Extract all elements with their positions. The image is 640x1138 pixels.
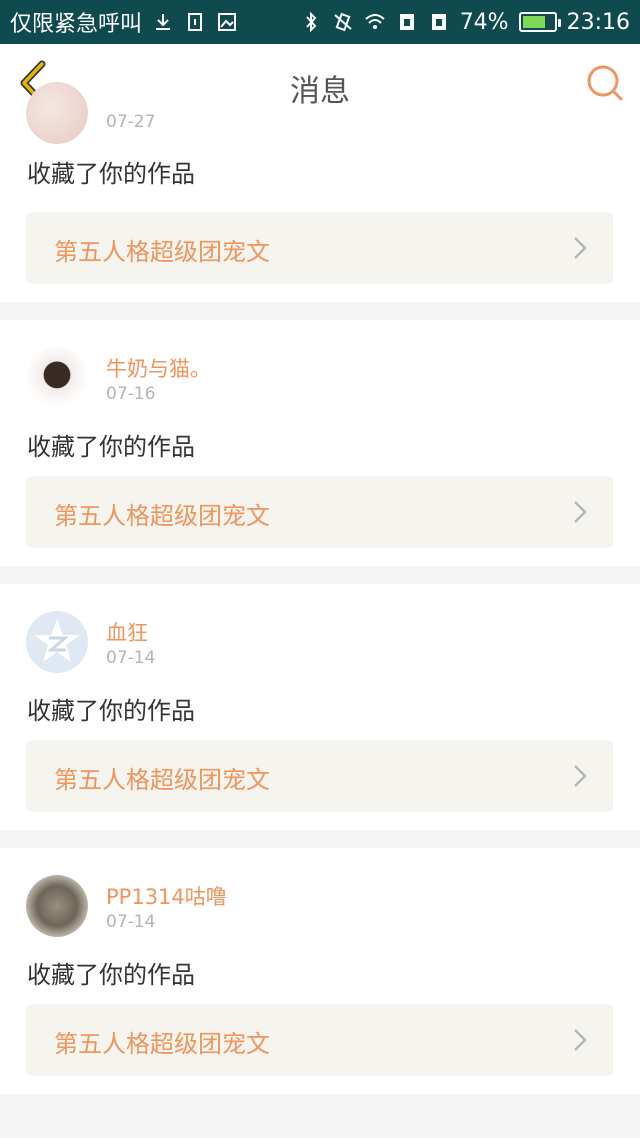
search-icon	[587, 65, 619, 97]
clock: 23:16	[566, 9, 630, 35]
username[interactable]: PP1314咕噜	[106, 881, 227, 911]
notification-card: 血狂 07-14 收藏了你的作品 第五人格超级团宠文	[0, 584, 640, 830]
battery-percent: 74%	[459, 9, 509, 35]
image-icon	[218, 13, 237, 31]
status-left: 仅限紧急呼叫	[10, 6, 238, 38]
username[interactable]: 牛奶与猫。	[106, 353, 211, 383]
notification-date: 07-14	[106, 912, 156, 932]
chevron-right-icon	[574, 501, 587, 523]
nav-header: 消息	[0, 44, 640, 122]
carrier-text: 仅限紧急呼叫	[10, 12, 143, 37]
download-icon	[156, 14, 171, 30]
avatar[interactable]	[26, 82, 88, 144]
default-avatar-icon	[34, 619, 80, 662]
notification-card: PP1314咕噜 07-14 收藏了你的作品 第五人格超级团宠文	[0, 848, 640, 1094]
status-bar: 仅限紧急呼叫 74% 23:16	[0, 0, 640, 44]
work-title: 第五人格超级团宠文	[54, 238, 270, 266]
battery-fill	[522, 16, 545, 28]
sim-icon	[188, 13, 203, 31]
notification-action: 收藏了你的作品	[27, 433, 195, 461]
avatar[interactable]	[26, 611, 88, 673]
notification-date: 07-27	[106, 112, 156, 132]
chevron-right-icon	[574, 237, 587, 259]
sim1-icon	[399, 14, 414, 30]
battery-icon	[518, 12, 561, 32]
work-link[interactable]: 第五人格超级团宠文	[26, 212, 613, 284]
work-link[interactable]: 第五人格超级团宠文	[26, 476, 613, 548]
chevron-right-icon	[574, 1029, 587, 1051]
sim2-icon	[431, 14, 446, 30]
notification-date: 07-16	[106, 384, 156, 404]
work-title: 第五人格超级团宠文	[54, 1030, 270, 1058]
status-right: 74% 23:16	[300, 10, 630, 35]
notification-card: 07-27 收藏了你的作品 第五人格超级团宠文	[0, 82, 640, 302]
avatar[interactable]	[26, 347, 88, 409]
chevron-right-icon	[574, 765, 587, 787]
vibrate-icon	[334, 12, 352, 32]
notification-action: 收藏了你的作品	[27, 697, 195, 725]
notification-date: 07-14	[106, 648, 156, 668]
notification-action: 收藏了你的作品	[27, 961, 195, 989]
work-link[interactable]: 第五人格超级团宠文	[26, 740, 613, 812]
work-title: 第五人格超级团宠文	[54, 502, 270, 530]
work-title: 第五人格超级团宠文	[54, 766, 270, 794]
page-title: 消息	[290, 74, 350, 109]
work-link[interactable]: 第五人格超级团宠文	[26, 1004, 613, 1076]
notification-card: 牛奶与猫。 07-16 收藏了你的作品 第五人格超级团宠文	[0, 320, 640, 566]
notification-action: 收藏了你的作品	[27, 160, 195, 188]
bluetooth-icon	[305, 11, 317, 33]
wifi-icon	[365, 14, 385, 29]
username[interactable]: 血狂	[106, 617, 148, 647]
search-button[interactable]	[584, 62, 626, 104]
avatar[interactable]	[26, 875, 88, 937]
